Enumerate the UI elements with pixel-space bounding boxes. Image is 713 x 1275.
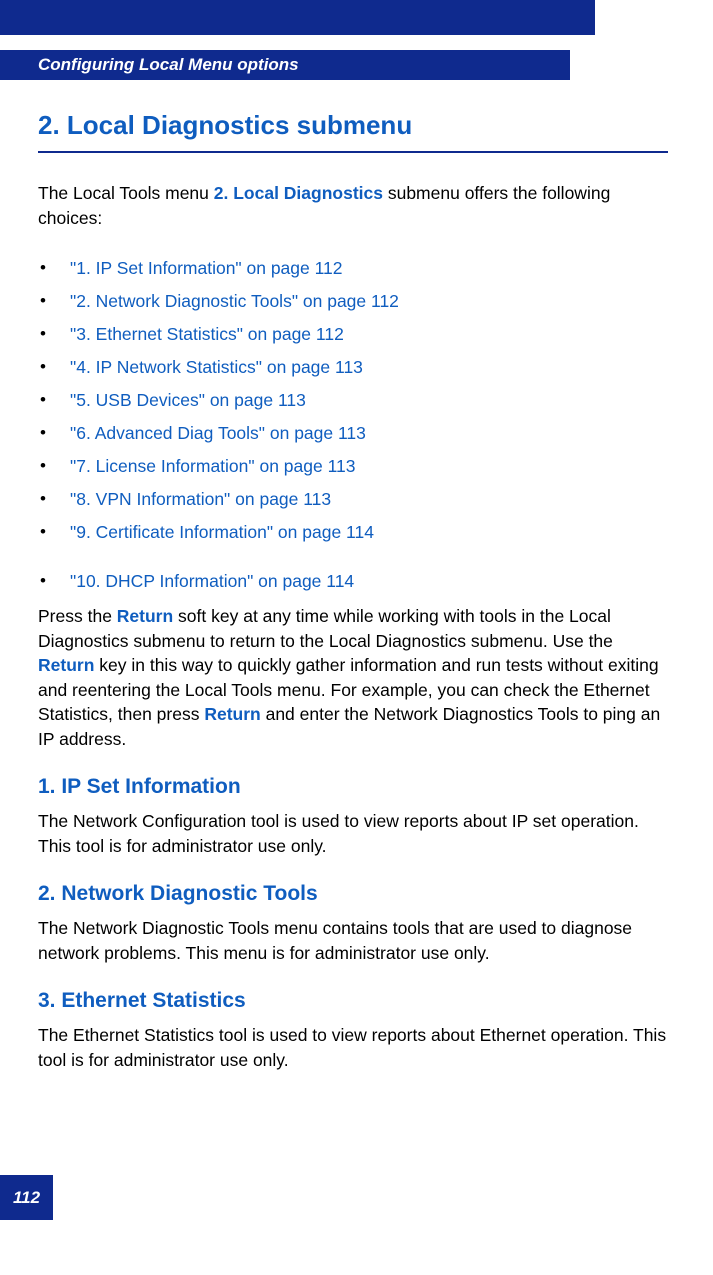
intro-paragraph: The Local Tools menu 2. Local Diagnostic… [38, 181, 668, 230]
link-ethernet-stats[interactable]: "3. Ethernet Statistics" on page 112 [70, 324, 344, 344]
list-item: "10. DHCP Information" on page 114 [38, 571, 668, 592]
return-key-2: Return [38, 655, 94, 675]
intro-prefix: The Local Tools menu [38, 183, 214, 203]
page-content: 2. Local Diagnostics submenu The Local T… [38, 110, 668, 1096]
section-heading-network-diag: 2. Network Diagnostic Tools [38, 882, 668, 906]
running-head-bar: Configuring Local Menu options [0, 50, 570, 80]
link-advanced-diag[interactable]: "6. Advanced Diag Tools" on page 113 [70, 423, 366, 443]
running-head-text: Configuring Local Menu options [38, 55, 299, 75]
link-cert-info[interactable]: "9. Certificate Information" on page 114 [70, 522, 374, 542]
list-item: "4. IP Network Statistics" on page 113 [38, 357, 668, 378]
intro-bold: 2. Local Diagnostics [214, 183, 383, 203]
list-item: "7. License Information" on page 113 [38, 456, 668, 477]
list-item: "5. USB Devices" on page 113 [38, 390, 668, 411]
return-key-3: Return [204, 704, 260, 724]
link-network-diag-tools[interactable]: "2. Network Diagnostic Tools" on page 11… [70, 291, 399, 311]
list-item: "9. Certificate Information" on page 114 [38, 522, 668, 543]
section-body-ip-set: The Network Configuration tool is used t… [38, 809, 668, 858]
page-number: 112 [13, 1188, 40, 1208]
section-body-ethernet: The Ethernet Statistics tool is used to … [38, 1023, 668, 1072]
submenu-list-2: "10. DHCP Information" on page 114 [38, 571, 668, 592]
link-ip-set-info[interactable]: "1. IP Set Information" on page 112 [70, 258, 343, 278]
section-heading-ip-set: 1. IP Set Information [38, 775, 668, 799]
return-key-paragraph: Press the Return soft key at any time wh… [38, 604, 668, 751]
link-license-info[interactable]: "7. License Information" on page 113 [70, 456, 356, 476]
page-number-box: 112 [0, 1175, 53, 1220]
list-item: "1. IP Set Information" on page 112 [38, 258, 668, 279]
list-item: "2. Network Diagnostic Tools" on page 11… [38, 291, 668, 312]
heading-rule [38, 151, 668, 153]
submenu-list: "1. IP Set Information" on page 112 "2. … [38, 258, 668, 543]
link-ip-network-stats[interactable]: "4. IP Network Statistics" on page 113 [70, 357, 363, 377]
list-item: "3. Ethernet Statistics" on page 112 [38, 324, 668, 345]
link-usb-devices[interactable]: "5. USB Devices" on page 113 [70, 390, 306, 410]
link-vpn-info[interactable]: "8. VPN Information" on page 113 [70, 489, 331, 509]
list-item: "6. Advanced Diag Tools" on page 113 [38, 423, 668, 444]
link-dhcp-info[interactable]: "10. DHCP Information" on page 114 [70, 571, 354, 591]
return-key-1: Return [117, 606, 173, 626]
list-item: "8. VPN Information" on page 113 [38, 489, 668, 510]
main-heading: 2. Local Diagnostics submenu [38, 110, 668, 141]
section-heading-ethernet: 3. Ethernet Statistics [38, 989, 668, 1013]
top-color-bar [0, 0, 595, 35]
section-body-network-diag: The Network Diagnostic Tools menu contai… [38, 916, 668, 965]
